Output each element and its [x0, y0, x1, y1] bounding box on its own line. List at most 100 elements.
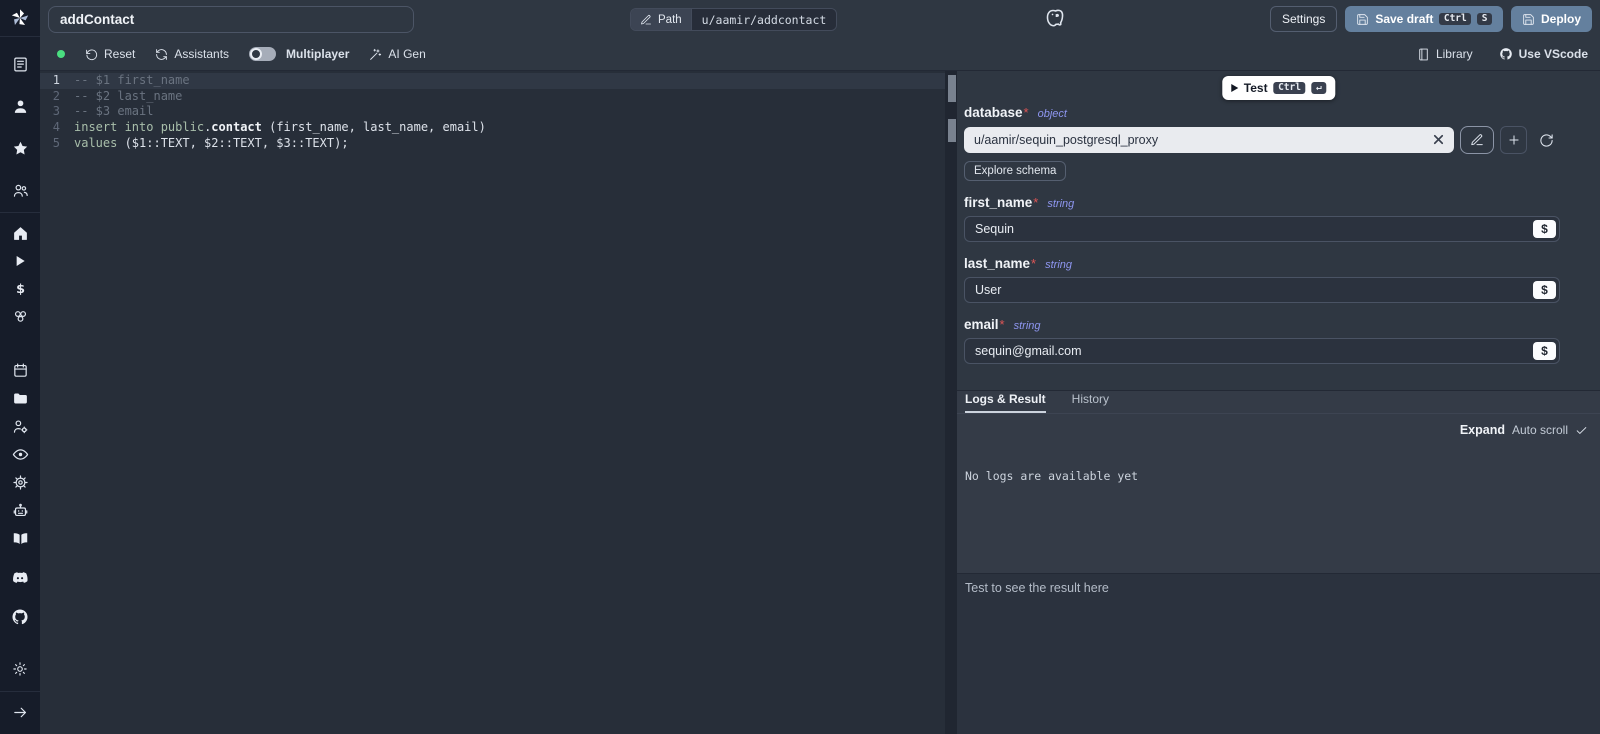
scrollbar-thumb[interactable] — [948, 75, 956, 102]
deploy-button[interactable]: Deploy — [1511, 6, 1592, 32]
reset-label: Reset — [104, 47, 135, 61]
sidebar-item-apps[interactable] — [0, 50, 40, 78]
github-icon — [11, 608, 29, 626]
settings-button[interactable]: Settings — [1270, 6, 1337, 32]
panel-splitter[interactable] — [945, 71, 957, 734]
reset-button[interactable]: Reset — [85, 47, 135, 61]
check-icon[interactable] — [1575, 424, 1588, 437]
save-draft-label: Save draft — [1375, 12, 1433, 26]
logs-result-drawer: Logs & Result History Expand Auto scroll… — [957, 390, 1600, 734]
sidebar-divider — [0, 212, 40, 213]
library-button[interactable]: Library — [1417, 47, 1473, 61]
code-line[interactable]: 4insert into public.contact (first_name,… — [40, 120, 945, 136]
use-vscode-button[interactable]: Use VScode — [1499, 47, 1588, 61]
field-name-database: database — [964, 105, 1023, 120]
path-editor[interactable]: Path u/aamir/addcontact — [630, 8, 837, 31]
code-lines: 1-- $1 first_name2-- $2 last_name3-- $3 … — [40, 73, 945, 152]
sidebar-collapse-button[interactable] — [0, 698, 40, 726]
sidebar-item-settings[interactable] — [0, 469, 40, 497]
sidebar-item-theme-toggle[interactable] — [0, 655, 40, 683]
sidebar-item-variables[interactable]: $ — [0, 275, 40, 303]
result-placeholder: Test to see the result here — [965, 581, 1109, 595]
left-sidebar: $ — [0, 0, 40, 734]
line-number: 4 — [40, 120, 74, 136]
path-chip-label: Path — [658, 14, 682, 26]
required-asterisk: * — [1031, 256, 1036, 271]
code-line[interactable]: 5values ($1::TEXT, $2::TEXT, $3::TEXT); — [40, 136, 945, 152]
code-line[interactable]: 1-- $1 first_name — [40, 73, 945, 89]
code-editor[interactable]: 1-- $1 first_name2-- $2 last_name3-- $3 … — [40, 71, 945, 734]
kbd-ctrl: Ctrl — [1439, 13, 1471, 26]
expand-button[interactable]: Expand — [1460, 423, 1505, 437]
sidebar-item-workspace-users[interactable] — [0, 176, 40, 204]
email-input[interactable] — [964, 338, 1560, 364]
deploy-label: Deploy — [1541, 12, 1581, 26]
clear-icon[interactable] — [1431, 132, 1446, 147]
pencil-icon — [1470, 133, 1484, 147]
sidebar-item-workers[interactable] — [0, 497, 40, 525]
add-resource-button[interactable] — [1500, 126, 1527, 154]
svg-text:$: $ — [16, 282, 25, 297]
save-icon — [1522, 13, 1535, 26]
refresh-resource-button[interactable] — [1533, 126, 1560, 154]
sidebar-item-schedules[interactable] — [0, 357, 40, 385]
theme-sun-icon — [12, 661, 28, 677]
field-name-last-name: last_name — [964, 256, 1030, 271]
run-panel: Test Ctrl ↵ database* object Explore — [957, 71, 1600, 734]
postgresql-icon — [1044, 7, 1066, 30]
user-cog-icon — [12, 418, 29, 435]
star-icon — [12, 140, 29, 157]
tab-history[interactable]: History — [1072, 392, 1109, 413]
settings-gear-icon — [12, 474, 29, 491]
sidebar-item-user[interactable] — [0, 92, 40, 120]
logs-empty-message: No logs are available yet — [965, 469, 1138, 483]
sidebar-item-folders[interactable] — [0, 385, 40, 413]
database-resource-input[interactable] — [964, 127, 1454, 153]
required-asterisk: * — [1033, 195, 1038, 210]
save-icon — [1356, 13, 1369, 26]
code-line[interactable]: 3-- $3 email — [40, 104, 945, 120]
last-name-input[interactable] — [964, 277, 1560, 303]
sidebar-item-groups[interactable] — [0, 413, 40, 441]
sidebar-item-discord[interactable] — [0, 564, 40, 592]
splitter-handle[interactable] — [948, 119, 956, 142]
collapse-arrow-icon — [12, 704, 29, 721]
insert-variable-button[interactable]: $ — [1533, 220, 1556, 238]
sidebar-item-home[interactable] — [0, 219, 40, 247]
book-icon — [12, 530, 29, 547]
library-label: Library — [1436, 47, 1473, 61]
insert-variable-button[interactable]: $ — [1533, 342, 1556, 360]
windmill-logo[interactable] — [0, 0, 40, 37]
sidebar-item-favorites[interactable] — [0, 134, 40, 162]
field-type-last-name: string — [1045, 259, 1072, 271]
refresh-icon — [1539, 133, 1554, 148]
script-name-input[interactable] — [48, 6, 414, 33]
sidebar-item-audit-logs[interactable] — [0, 441, 40, 469]
sidebar-item-runs[interactable] — [0, 247, 40, 275]
assistants-label: Assistants — [174, 47, 229, 61]
code-line[interactable]: 2-- $2 last_name — [40, 89, 945, 105]
test-button[interactable]: Test Ctrl ↵ — [1222, 76, 1335, 100]
save-draft-button[interactable]: Save draft Ctrl S — [1345, 6, 1503, 32]
multiplayer-toggle[interactable] — [249, 47, 276, 61]
panel-list-icon — [12, 56, 29, 73]
assistants-button[interactable]: Assistants — [155, 47, 229, 61]
ai-gen-button[interactable]: AI Gen — [369, 47, 425, 61]
path-value: u/aamir/addcontact — [691, 9, 837, 30]
line-number: 5 — [40, 136, 74, 152]
multiplayer-label: Multiplayer — [286, 47, 349, 61]
discord-icon — [11, 569, 29, 587]
insert-variable-button[interactable]: $ — [1533, 281, 1556, 299]
user-icon — [12, 98, 29, 115]
explore-schema-button[interactable]: Explore schema — [964, 161, 1066, 181]
required-asterisk: * — [1000, 317, 1005, 332]
tab-logs-result[interactable]: Logs & Result — [965, 392, 1046, 413]
first-name-input[interactable] — [964, 216, 1560, 242]
auto-scroll-toggle[interactable]: Auto scroll — [1512, 423, 1568, 437]
sidebar-item-resources[interactable] — [0, 303, 40, 331]
line-number: 1 — [40, 73, 74, 89]
edit-resource-button[interactable] — [1460, 126, 1494, 154]
eye-icon — [12, 446, 29, 463]
sidebar-item-github[interactable] — [0, 603, 40, 631]
sidebar-item-docs[interactable] — [0, 525, 40, 553]
